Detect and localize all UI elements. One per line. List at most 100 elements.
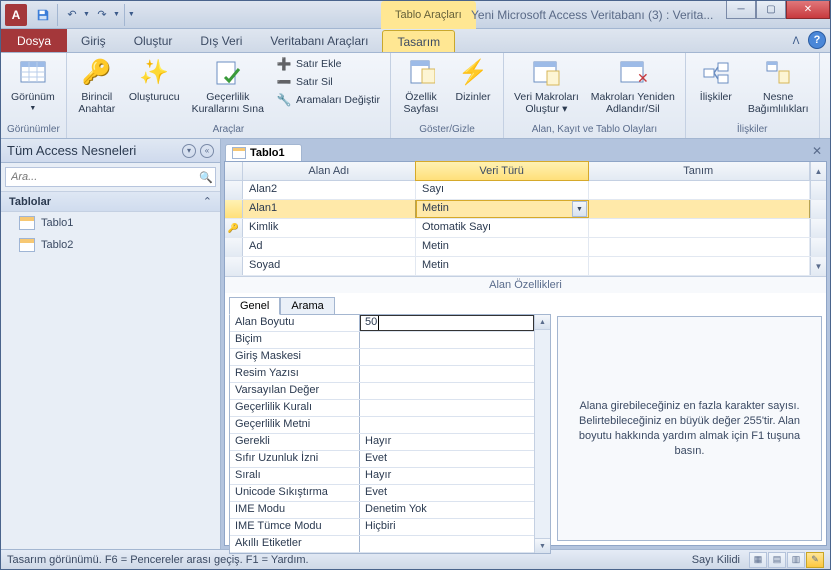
modify-lookups-button[interactable]: 🔧Aramaları Değiştir	[272, 91, 384, 109]
property-value[interactable]: Hiçbiri	[360, 519, 534, 535]
cell-description[interactable]	[589, 181, 810, 199]
cell-data-type[interactable]: Otomatik Sayı	[416, 219, 589, 237]
nav-item[interactable]: Tablo1	[1, 212, 220, 234]
maximize-button[interactable]: ▢	[756, 1, 786, 19]
tab-external-data[interactable]: Dış Veri	[186, 29, 256, 52]
indexes-button[interactable]: ⚡Dizinler	[449, 55, 497, 105]
property-value[interactable]	[360, 383, 534, 399]
property-value[interactable]	[360, 366, 534, 382]
relationships-button[interactable]: İlişkiler	[692, 55, 740, 105]
cell-description[interactable]	[589, 219, 810, 237]
cell-field-name[interactable]: Soyad	[243, 257, 416, 275]
nav-header[interactable]: Tüm Access Nesneleri ▾ «	[1, 139, 220, 163]
field-row[interactable]: AdMetin	[225, 238, 826, 257]
field-row[interactable]: Alan1Metin▼	[225, 200, 826, 219]
delete-rows-button[interactable]: ➖Satır Sil	[272, 73, 384, 91]
property-value[interactable]	[360, 349, 534, 365]
document-tab[interactable]: Tablo1	[225, 144, 302, 161]
nav-item[interactable]: Tablo2	[1, 234, 220, 256]
col-description[interactable]: Tanım	[588, 162, 810, 180]
rename-delete-macro-button[interactable]: ✕Makroları Yeniden Adlandır/Sil	[587, 55, 679, 117]
property-value[interactable]	[360, 332, 534, 348]
property-value[interactable]: Denetim Yok	[360, 502, 534, 518]
nav-group-tables[interactable]: Tablolar⌃	[1, 191, 220, 212]
property-row[interactable]: Alan Boyutu50	[230, 315, 534, 332]
field-row[interactable]: Alan2Sayı	[225, 181, 826, 200]
file-tab[interactable]: Dosya	[1, 29, 67, 52]
property-row[interactable]: Biçim	[230, 332, 534, 349]
test-validation-button[interactable]: Geçerlilik Kurallarını Sına	[188, 55, 268, 117]
nav-search[interactable]: 🔍	[5, 167, 216, 187]
cell-data-type[interactable]: Metin	[416, 238, 589, 256]
undo-icon[interactable]: ↶	[62, 5, 82, 25]
field-row[interactable]: 🔑KimlikOtomatik Sayı	[225, 219, 826, 238]
property-row[interactable]: IME Tümce ModuHiçbiri	[230, 519, 534, 536]
property-row[interactable]: IME ModuDenetim Yok	[230, 502, 534, 519]
close-button[interactable]: ✕	[786, 1, 830, 19]
property-row[interactable]: GerekliHayır	[230, 434, 534, 451]
property-scrollbar[interactable]: ▲▼	[534, 315, 550, 553]
cell-data-type[interactable]: Metin	[416, 257, 589, 275]
nav-collapse-icon[interactable]: «	[200, 144, 214, 158]
view-datasheet-button[interactable]: ▦	[749, 552, 767, 568]
tab-design[interactable]: Tasarım	[382, 30, 455, 52]
cell-field-name[interactable]: Alan2	[243, 181, 416, 199]
property-row[interactable]: Akıllı Etiketler	[230, 536, 534, 553]
qat-customize-icon[interactable]: ▼	[128, 11, 135, 18]
create-data-macros-button[interactable]: Veri Makroları Oluştur ▾	[510, 55, 583, 117]
cell-field-name[interactable]: Alan1	[243, 200, 416, 218]
redo-icon[interactable]: ↷	[92, 5, 112, 25]
property-value[interactable]: Evet	[360, 451, 534, 467]
tab-lookup[interactable]: Arama	[280, 297, 334, 315]
cell-field-name[interactable]: Kimlik	[243, 219, 416, 237]
row-selector[interactable]	[225, 257, 243, 275]
property-row[interactable]: Geçerlilik Kuralı	[230, 400, 534, 417]
object-dependencies-button[interactable]: Nesne Bağımlılıkları	[744, 55, 813, 117]
property-row[interactable]: Unicode SıkıştırmaEvet	[230, 485, 534, 502]
property-sheet-button[interactable]: Özellik Sayfası	[397, 55, 445, 117]
property-value[interactable]: Evet	[360, 485, 534, 501]
scroll-up-icon[interactable]: ▲	[810, 162, 826, 180]
col-data-type[interactable]: Veri Türü	[415, 161, 589, 181]
tab-home[interactable]: Giriş	[67, 29, 120, 52]
minimize-button[interactable]: ─	[726, 1, 756, 19]
property-row[interactable]: SıralıHayır	[230, 468, 534, 485]
nav-filter-icon[interactable]: ▾	[182, 144, 196, 158]
property-value[interactable]	[360, 400, 534, 416]
tab-general[interactable]: Genel	[229, 297, 280, 315]
ribbon-minimize-icon[interactable]: ᐱ	[788, 33, 804, 49]
property-value[interactable]	[360, 536, 534, 552]
row-selector[interactable]	[225, 200, 243, 218]
property-value[interactable]	[360, 417, 534, 433]
row-selector[interactable]	[225, 238, 243, 256]
primary-key-button[interactable]: 🔑Birincil Anahtar	[73, 55, 121, 117]
save-icon[interactable]	[33, 5, 53, 25]
field-row[interactable]: SoyadMetin▼	[225, 257, 826, 276]
document-close-button[interactable]: ✕	[810, 144, 824, 158]
cell-description[interactable]	[589, 257, 810, 275]
view-pivottable-button[interactable]: ▤	[768, 552, 786, 568]
view-pivotchart-button[interactable]: ▥	[787, 552, 805, 568]
tab-create[interactable]: Oluştur	[120, 29, 187, 52]
property-value[interactable]: Hayır	[360, 434, 534, 450]
help-icon[interactable]: ?	[808, 31, 826, 49]
property-row[interactable]: Geçerlilik Metni	[230, 417, 534, 434]
view-design-button[interactable]: ✎	[806, 552, 824, 568]
view-button[interactable]: Görünüm▼	[7, 55, 59, 117]
col-field-name[interactable]: Alan Adı	[243, 162, 416, 180]
property-row[interactable]: Sıfır Uzunluk İzniEvet	[230, 451, 534, 468]
search-input[interactable]	[6, 171, 197, 183]
row-selector[interactable]: 🔑	[225, 219, 243, 237]
cell-data-type[interactable]: Sayı	[416, 181, 589, 199]
cell-data-type[interactable]: Metin▼	[416, 200, 589, 218]
row-selector[interactable]	[225, 181, 243, 199]
cell-description[interactable]	[589, 238, 810, 256]
property-row[interactable]: Varsayılan Değer	[230, 383, 534, 400]
cell-description[interactable]	[589, 200, 810, 218]
builder-button[interactable]: ✨Oluşturucu	[125, 55, 184, 105]
cell-field-name[interactable]: Ad	[243, 238, 416, 256]
property-row[interactable]: Resim Yazısı	[230, 366, 534, 383]
dropdown-icon[interactable]: ▼	[572, 201, 587, 217]
insert-rows-button[interactable]: ➕Satır Ekle	[272, 55, 384, 73]
property-row[interactable]: Giriş Maskesi	[230, 349, 534, 366]
